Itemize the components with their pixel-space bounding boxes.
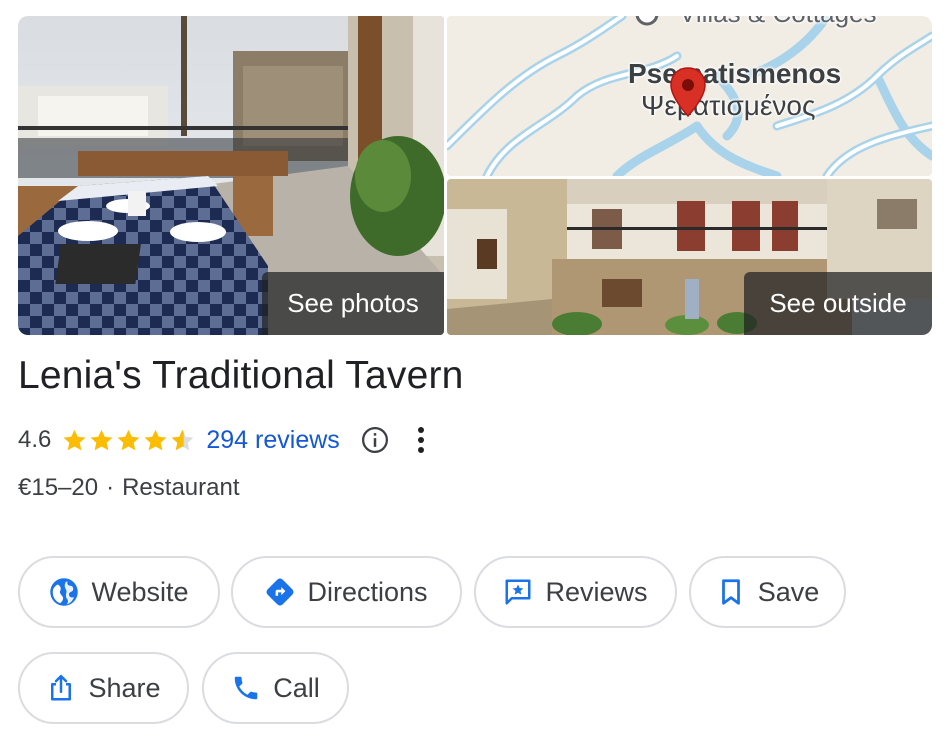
photos-tile[interactable]: See photos xyxy=(18,16,444,335)
star-half-icon xyxy=(171,429,194,450)
reviews-count-link[interactable]: 294 reviews xyxy=(206,426,339,455)
save-button[interactable]: Save xyxy=(689,556,846,628)
reviews-label: Reviews xyxy=(545,576,648,607)
share-button[interactable]: Share xyxy=(18,652,189,724)
meta-row: €15–20 · Restaurant xyxy=(18,474,240,502)
star-icon xyxy=(63,429,86,450)
rating-row: 4.6 294 reviews xyxy=(18,424,426,456)
see-photos-button[interactable]: See photos xyxy=(262,272,444,335)
more-vert-icon[interactable] xyxy=(416,425,426,455)
street-view-tile[interactable]: See outside xyxy=(447,179,932,335)
star-rating xyxy=(61,427,196,454)
place-category: Restaurant xyxy=(122,474,240,501)
see-photos-label: See photos xyxy=(287,288,419,318)
rating-value: 4.6 xyxy=(18,426,52,453)
price-range: €15–20 xyxy=(18,474,99,501)
star-icon xyxy=(144,429,167,450)
map-place-name-en: Psematismenos xyxy=(628,58,842,89)
meta-separator: · xyxy=(106,474,115,501)
star-icon xyxy=(117,429,140,450)
map-pin-icon xyxy=(670,67,706,118)
directions-label: Directions xyxy=(307,576,428,607)
directions-button[interactable]: Directions xyxy=(231,556,462,628)
call-label: Call xyxy=(273,672,320,703)
save-label: Save xyxy=(757,576,820,607)
see-outside-button[interactable]: See outside xyxy=(744,272,932,335)
map-label-top: Villas & Cottages xyxy=(679,16,877,26)
phone-icon xyxy=(234,676,258,700)
directions-icon xyxy=(266,578,294,606)
bookmark-icon xyxy=(721,579,740,605)
share-icon xyxy=(51,674,72,701)
see-outside-label: See outside xyxy=(769,288,907,318)
map-tile[interactable]: Villas & Cottages Psematismenos Ψεματισμ… xyxy=(447,16,932,176)
globe-icon xyxy=(50,578,79,606)
reviews-icon xyxy=(505,579,531,605)
website-button[interactable]: Website xyxy=(18,556,220,628)
place-title: Lenia's Traditional Tavern xyxy=(18,354,464,397)
website-label: Website xyxy=(91,576,189,607)
info-icon[interactable] xyxy=(360,425,390,455)
share-label: Share xyxy=(88,672,161,703)
star-icon xyxy=(90,429,113,450)
call-button[interactable]: Call xyxy=(202,652,349,724)
reviews-button[interactable]: Reviews xyxy=(474,556,677,628)
